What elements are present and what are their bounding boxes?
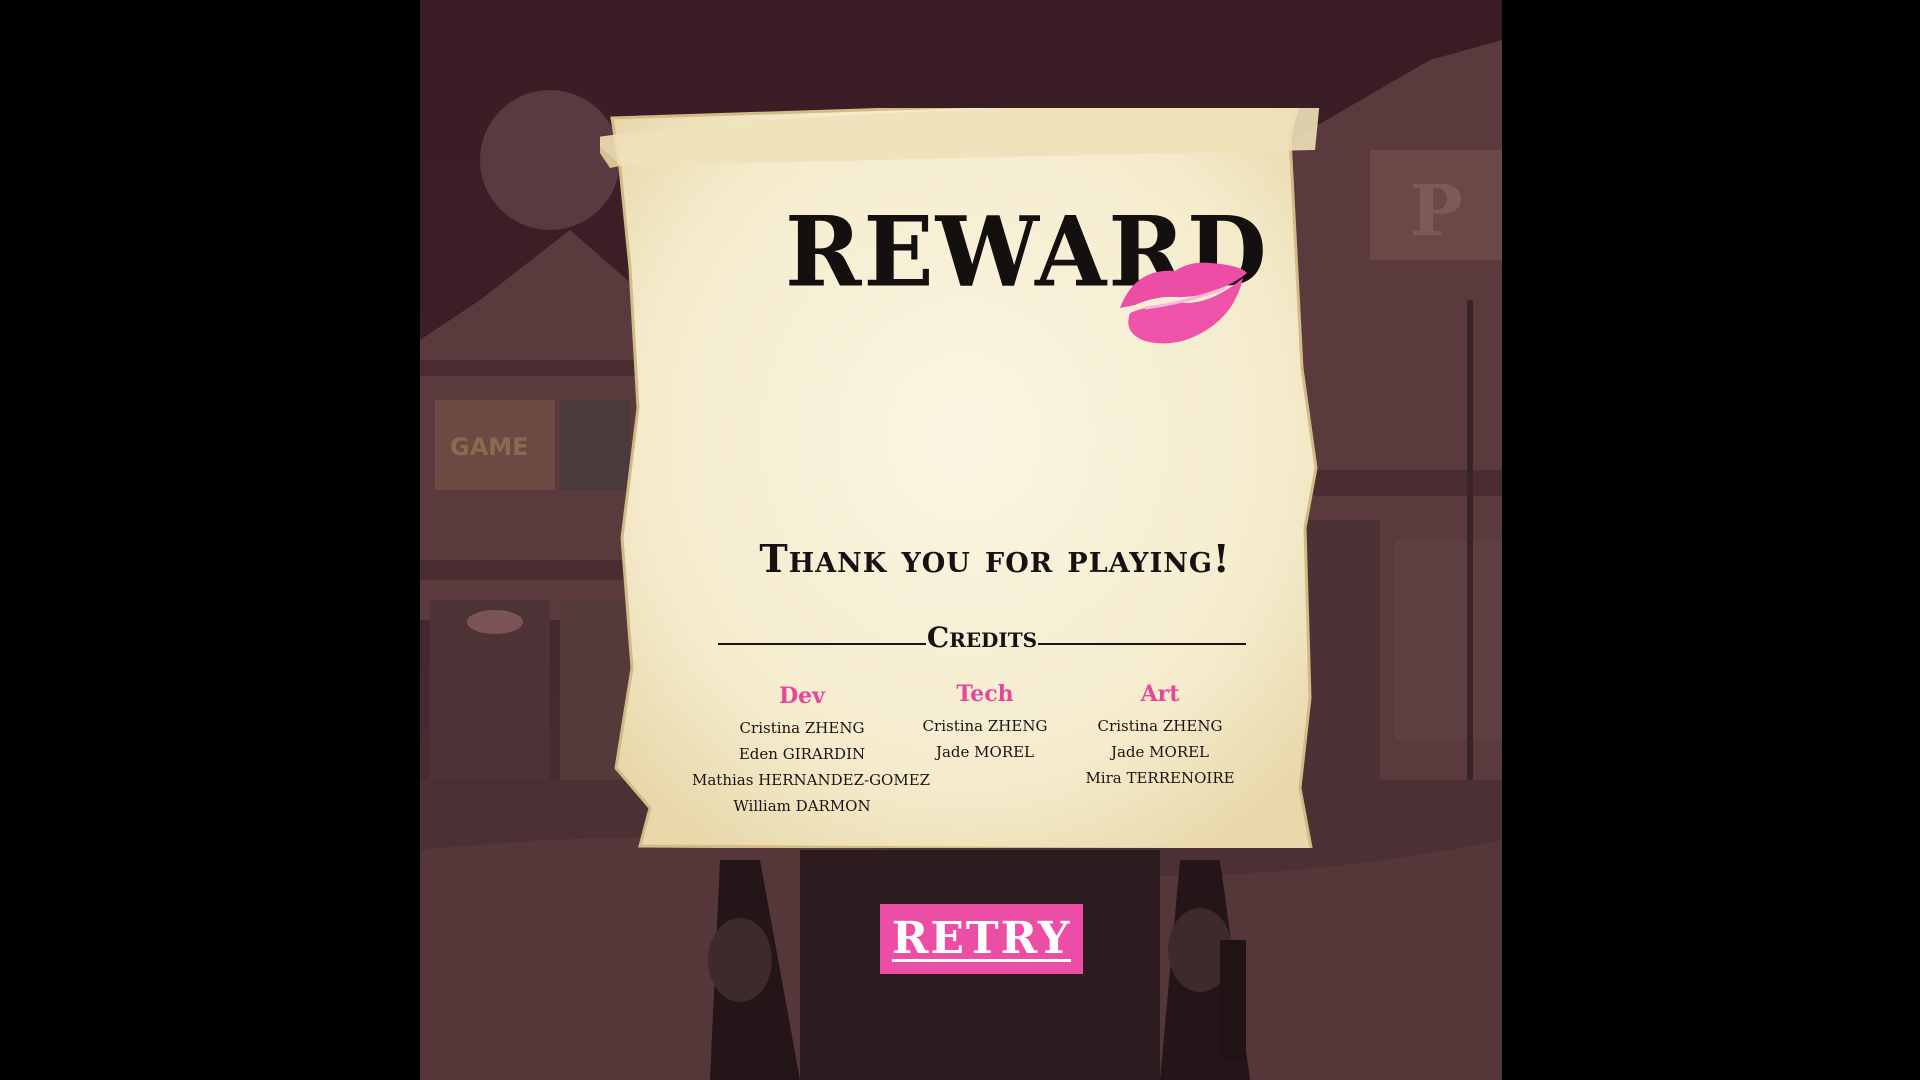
retry-button[interactable]: RETRY: [880, 904, 1083, 974]
retry-button-label: RETRY: [891, 913, 1072, 964]
credits-divider-right: [1038, 643, 1246, 645]
credit-name: Mira TERRENOIRE: [1085, 769, 1235, 787]
lipstick-kiss-icon: [1120, 262, 1247, 344]
game-screen: GAME P REWARD Thank you for playing! Cre…: [0, 0, 1920, 1080]
credits-label: Credits: [926, 621, 1038, 654]
credits-header: Credits: [718, 621, 1246, 661]
credits-column-title: Art: [1140, 681, 1180, 707]
credit-name: Cristina ZHENG: [1097, 717, 1223, 735]
credits-divider-left: [718, 643, 926, 645]
credits-column-art: Art Cristina ZHENG Jade MOREL Mira TERRE…: [1050, 681, 1270, 791]
credit-name: William DARMON: [733, 797, 871, 815]
svg-text:P: P: [1410, 169, 1463, 252]
credit-name: Mathias HERNANDEZ-GOMEZ: [692, 771, 931, 789]
credit-name: Jade MOREL: [1110, 743, 1210, 761]
moon-icon: [480, 90, 620, 230]
svg-text:GAME: GAME: [450, 433, 529, 461]
thank-you-message: Thank you for playing!: [759, 536, 1231, 581]
wanted-poster: REWARD Thank you for playing! Credits De…: [600, 108, 1320, 848]
